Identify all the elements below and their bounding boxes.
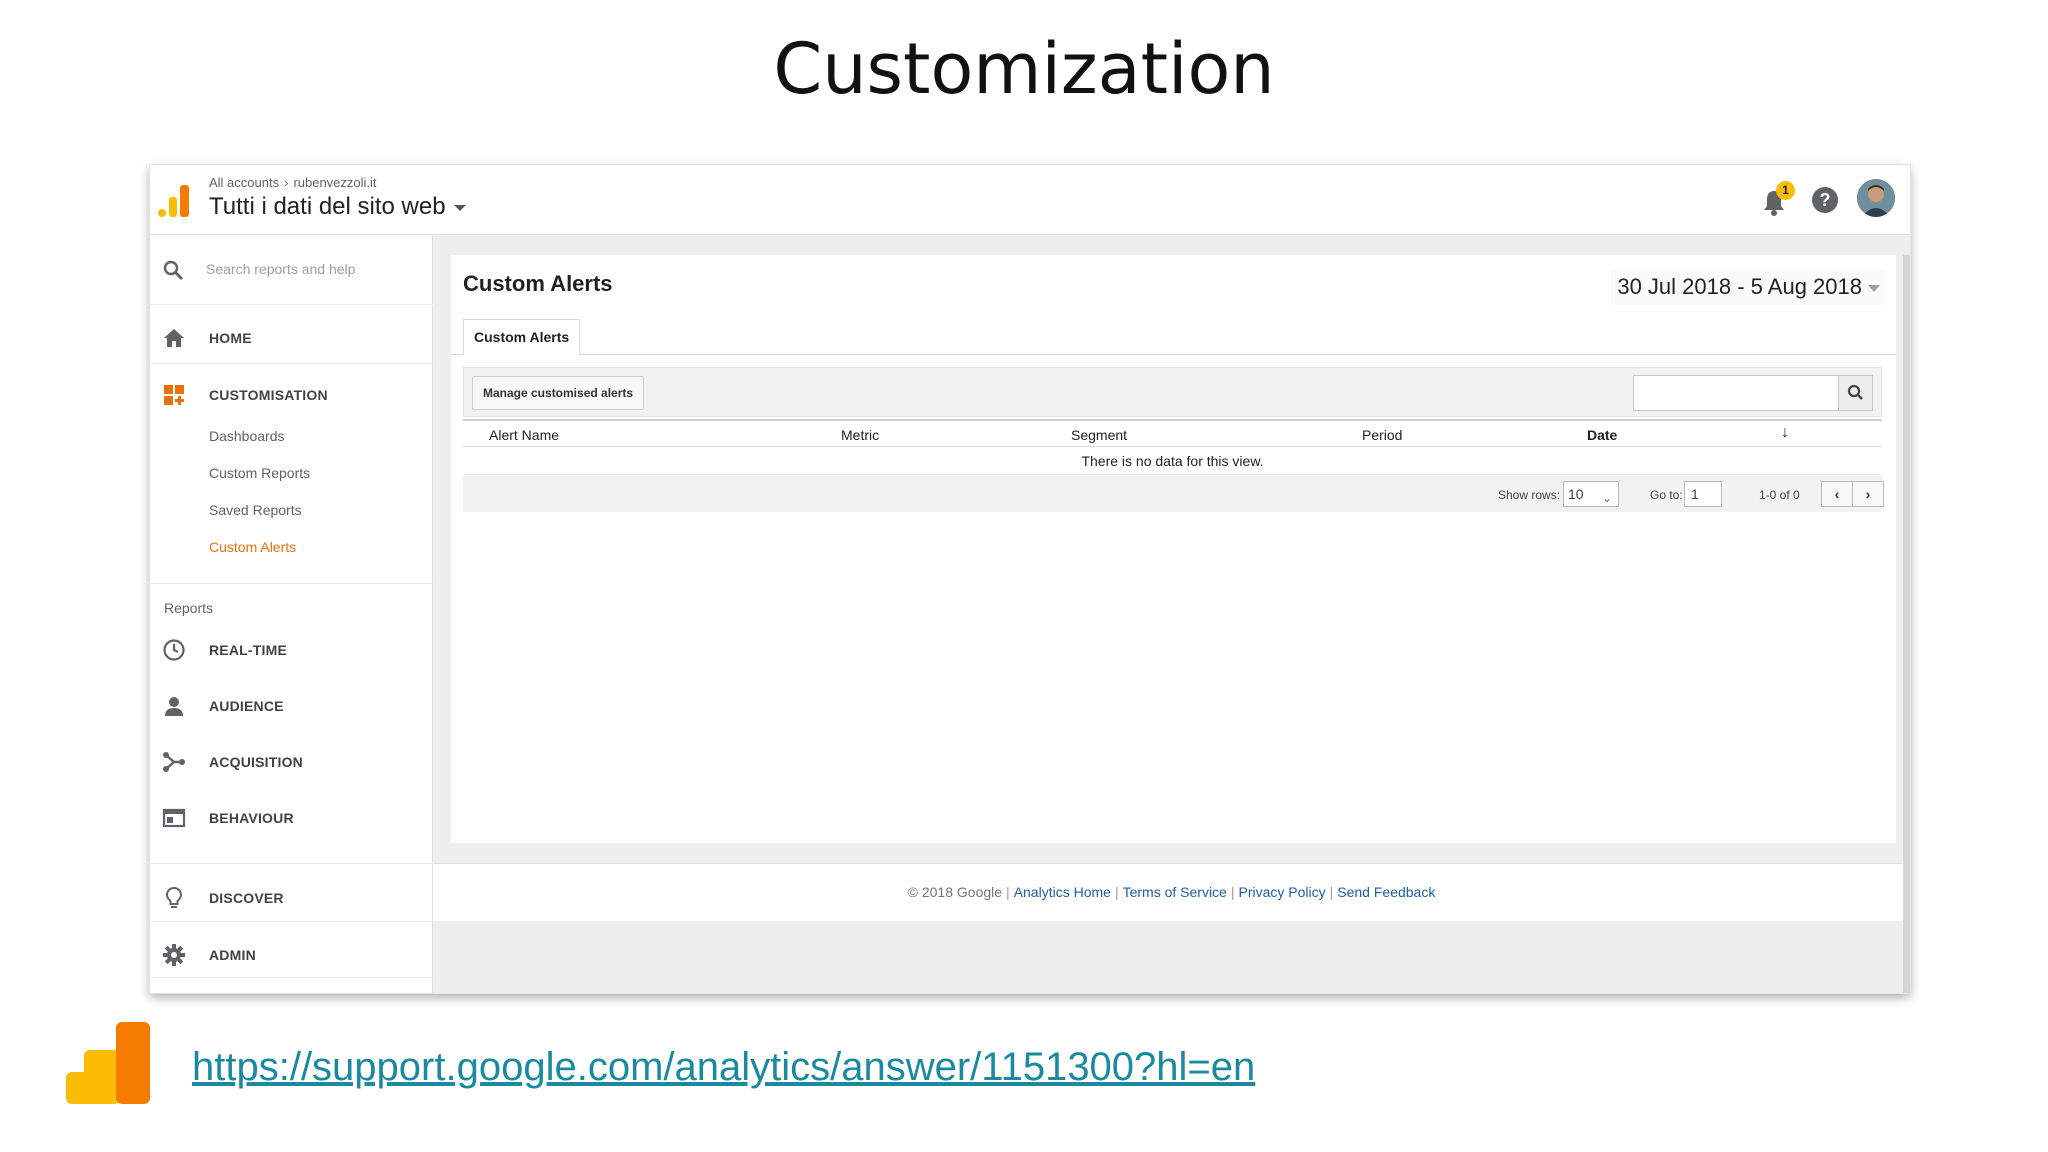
column-header-period[interactable]: Period: [1362, 427, 1402, 443]
tab-custom-alerts[interactable]: Custom Alerts: [463, 319, 581, 355]
chevron-down-icon: ⌄: [1601, 491, 1612, 505]
goto-input[interactable]: 1: [1684, 481, 1722, 507]
goto-label: Go to:: [1650, 488, 1683, 502]
show-rows-select[interactable]: 10 ⌄: [1563, 481, 1619, 507]
breadcrumb-site[interactable]: rubenvezzoli.it: [293, 175, 376, 190]
column-header-metric[interactable]: Metric: [841, 427, 879, 443]
search-input[interactable]: [204, 255, 414, 283]
divider: [150, 363, 433, 364]
search-icon: [1847, 384, 1863, 400]
analytics-window: All accounts › rubenvezzoli.it Tutti i dat…: [150, 165, 1910, 993]
tab-underline: [451, 354, 1896, 355]
column-header-alert-name[interactable]: Alert Name: [489, 427, 559, 443]
sidebar-item-label: REAL-TIME: [209, 642, 288, 658]
support-url-link[interactable]: https://support.google.com/analytics/ans…: [192, 1045, 1255, 1090]
sidebar-item-customisation[interactable]: CUSTOMISATION: [150, 370, 433, 420]
divider: [150, 863, 433, 864]
report-card: Custom Alerts 30 Jul 2018 - 5 Aug 2018 C…: [451, 255, 1896, 843]
sidebar: HOME CUSTOMISATION Dashboards Custom Rep…: [150, 235, 433, 993]
divider: [150, 977, 433, 978]
top-bar: All accounts › rubenvezzoli.it Tutti i dat…: [150, 165, 1910, 235]
sidebar-search: [150, 235, 433, 305]
caret-down-icon: [453, 204, 466, 211]
google-analytics-logo-icon: [66, 1022, 150, 1104]
footer: © 2018 Google | Analytics Home | Terms of Se…: [433, 863, 1910, 921]
divider: [150, 583, 433, 584]
sidebar-item-home[interactable]: HOME: [150, 313, 433, 363]
avatar[interactable]: [1857, 179, 1895, 217]
help-icon[interactable]: ?: [1812, 187, 1838, 213]
sidebar-item-admin[interactable]: ADMIN: [150, 930, 433, 980]
footer-link-terms[interactable]: Terms of Service: [1123, 884, 1227, 900]
analytics-logo-icon[interactable]: [158, 183, 190, 217]
sidebar-item-label: ADMIN: [209, 947, 256, 963]
table-search: [1633, 375, 1873, 411]
sidebar-item-label: CUSTOMISATION: [209, 387, 328, 403]
date-range-picker[interactable]: 30 Jul 2018 - 5 Aug 2018: [1611, 269, 1886, 305]
pager-range: 1-0 of 0: [1759, 488, 1800, 502]
sidebar-item-audience[interactable]: AUDIENCE: [150, 681, 433, 731]
show-rows-label: Show rows:: [1498, 488, 1561, 502]
slide-title: Customization: [773, 28, 1275, 110]
footer-link-feedback[interactable]: Send Feedback: [1337, 884, 1435, 900]
next-page-button[interactable]: ›: [1852, 481, 1884, 507]
chevron-right-icon: ›: [284, 175, 289, 190]
sort-arrow-down-icon[interactable]: ↓: [1781, 424, 1789, 442]
customisation-icon: [164, 385, 184, 405]
reports-section-label: Reports: [164, 600, 214, 616]
table-toolbar: Manage customised alerts: [463, 367, 1882, 417]
divider: [150, 921, 433, 922]
manage-customised-alerts-button[interactable]: Manage customised alerts: [472, 376, 645, 410]
sidebar-item-label: ACQUISITION: [209, 754, 303, 770]
acquisition-icon: [163, 752, 185, 772]
sidebar-item-label: HOME: [209, 330, 252, 346]
sidebar-item-label: AUDIENCE: [209, 698, 284, 714]
sidebar-subitem-dashboards[interactable]: Dashboards: [209, 428, 285, 444]
empty-table-message: There is no data for this view.: [463, 447, 1882, 475]
caret-down-icon: [1868, 285, 1880, 292]
sidebar-item-real-time[interactable]: REAL-TIME: [150, 625, 433, 675]
main-content: Custom Alerts 30 Jul 2018 - 5 Aug 2018 C…: [433, 235, 1910, 993]
sidebar-item-label: BEHAVIOUR: [209, 810, 294, 826]
footer-link-privacy[interactable]: Privacy Policy: [1238, 884, 1325, 900]
footer-copyright: © 2018 Google: [907, 884, 1003, 900]
property-name: Tutti i dati del sito web: [209, 193, 446, 220]
sidebar-subitem-custom-alerts[interactable]: Custom Alerts: [209, 539, 296, 555]
sidebar-item-acquisition[interactable]: ACQUISITION: [150, 737, 433, 787]
clock-icon: [163, 639, 185, 661]
column-header-date[interactable]: Date: [1587, 427, 1617, 443]
search-icon: [163, 260, 183, 280]
table-header: Alert Name Metric Segment Period Date ↓: [463, 419, 1882, 447]
previous-page-button[interactable]: ‹: [1821, 481, 1853, 507]
behaviour-icon: [162, 808, 186, 828]
lightbulb-icon: [165, 886, 183, 908]
column-header-segment[interactable]: Segment: [1071, 427, 1127, 443]
notification-badge: 1: [1776, 181, 1795, 200]
sidebar-subitem-custom-reports[interactable]: Custom Reports: [209, 465, 310, 481]
home-icon: [164, 329, 184, 347]
breadcrumb[interactable]: All accounts › rubenvezzoli.it: [209, 175, 377, 190]
footer-link-analytics-home[interactable]: Analytics Home: [1014, 884, 1111, 900]
sidebar-item-behaviour[interactable]: BEHAVIOUR: [150, 793, 433, 843]
property-selector[interactable]: Tutti i dati del sito web: [209, 193, 466, 221]
scrollbar[interactable]: [1903, 255, 1910, 993]
table-search-button[interactable]: [1838, 376, 1872, 410]
sidebar-item-label: DISCOVER: [209, 890, 284, 906]
date-range-value: 30 Jul 2018 - 5 Aug 2018: [1617, 274, 1862, 299]
person-icon: [165, 697, 183, 716]
page-title: Custom Alerts: [463, 271, 613, 296]
breadcrumb-all-accounts[interactable]: All accounts: [209, 175, 279, 190]
show-rows-value: 10: [1568, 486, 1584, 502]
table-pager: Show rows: 10 ⌄ Go to: 1 1-0 of 0 ‹ ›: [463, 476, 1884, 512]
sidebar-item-discover[interactable]: DISCOVER: [150, 873, 433, 923]
gear-icon: [163, 944, 185, 966]
notifications-button[interactable]: 1: [1762, 181, 1795, 216]
sidebar-subitem-saved-reports[interactable]: Saved Reports: [209, 502, 302, 518]
table-search-input[interactable]: [1634, 376, 1838, 410]
